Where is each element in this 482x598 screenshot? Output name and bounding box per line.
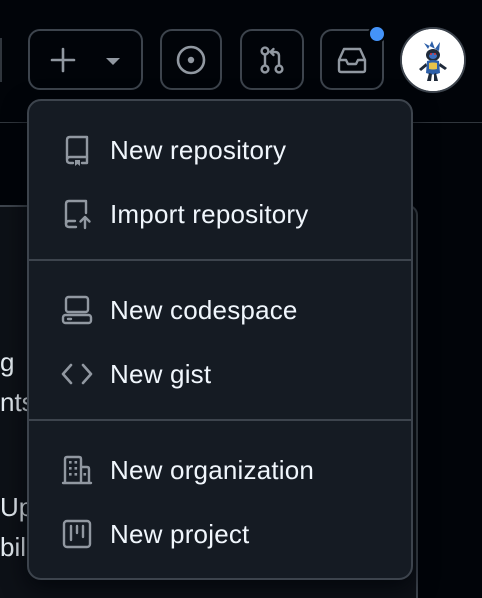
code-icon [59,356,95,392]
avatar-image [402,29,464,91]
menu-item-new-project[interactable]: New project [37,506,403,562]
menu-item-label: New project [110,518,250,549]
menu-divider [29,419,411,421]
menu-item-new-gist[interactable]: New gist [37,346,403,402]
git-pull-request-icon [256,44,288,76]
menu-divider [29,259,411,261]
repo-push-icon [59,196,95,232]
pull-requests-button[interactable] [240,29,304,90]
create-new-menu: New repository Import repository New cod… [27,99,413,580]
github-page: g p nts Up bili [0,0,482,598]
menu-item-label: New organization [110,454,315,485]
repo-icon [59,132,95,168]
organization-icon [59,452,95,488]
header-divider [0,38,2,82]
triangle-down-icon [106,58,120,65]
menu-item-new-codespace[interactable]: New codespace [37,282,403,338]
user-avatar[interactable] [400,27,466,93]
notification-indicator [368,25,386,43]
create-new-button[interactable] [28,29,143,90]
table-icon [59,516,95,552]
issues-button[interactable] [160,29,222,90]
background-text-fragment: Up [0,492,30,522]
codespaces-icon [59,292,95,328]
background-text-fragment: bili [0,532,30,562]
menu-item-new-repository[interactable]: New repository [37,122,403,178]
inbox-icon [335,45,369,75]
menu-item-label: New repository [110,134,287,165]
background-text-fragment: nts [0,387,30,417]
plus-icon [49,46,77,74]
menu-item-label: Import repository [110,198,309,229]
menu-item-import-repository[interactable]: Import repository [37,186,403,242]
background-text-fragment: g p [0,347,22,377]
menu-item-label: New gist [110,358,212,389]
issue-opened-icon [175,44,207,76]
menu-item-new-organization[interactable]: New organization [37,442,403,498]
menu-item-label: New codespace [110,294,298,325]
